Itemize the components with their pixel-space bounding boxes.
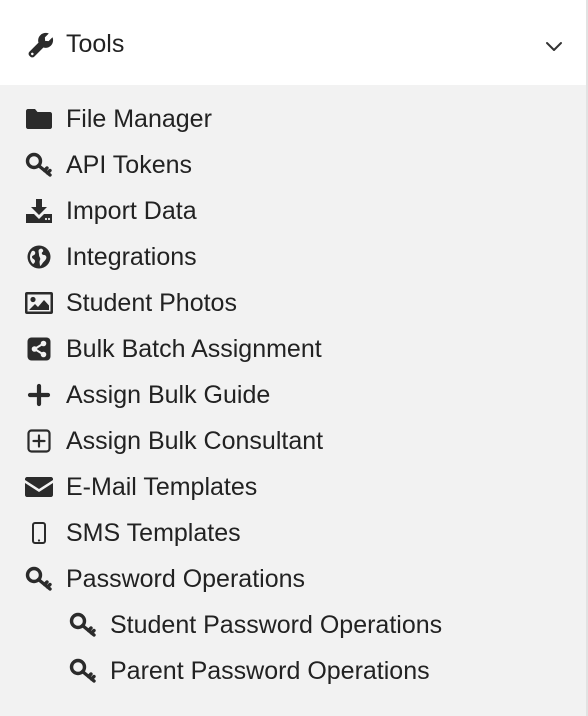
submenu-item-label: Parent Password Operations — [110, 657, 430, 685]
plus-icon — [24, 381, 54, 409]
download-icon — [24, 197, 54, 225]
menu-item-bulk-batch-assignment[interactable]: Bulk Batch Assignment — [0, 326, 586, 372]
menu-item-label: Bulk Batch Assignment — [66, 335, 322, 363]
menu-item-label: API Tokens — [66, 151, 193, 179]
menu-item-label: Student Photos — [66, 289, 237, 317]
menu-item-label: E-Mail Templates — [66, 473, 258, 501]
menu-item-label: Assign Bulk Consultant — [66, 427, 324, 455]
menu-item-assign-bulk-consultant[interactable]: Assign Bulk Consultant — [0, 418, 586, 464]
globe-icon — [24, 243, 54, 271]
key-icon — [24, 151, 54, 179]
key-icon — [68, 657, 98, 685]
submenu-item-student-password-operations[interactable]: Student Password Operations — [0, 602, 586, 648]
menu-item-import-data[interactable]: Import Data — [0, 188, 586, 234]
tools-menu: File Manager API Tokens Import Data Inte… — [0, 96, 586, 694]
key-icon — [68, 611, 98, 639]
menu-item-label: SMS Templates — [66, 519, 241, 547]
chevron-down-icon[interactable] — [543, 36, 565, 58]
menu-item-label: Assign Bulk Guide — [66, 381, 271, 409]
key-icon — [24, 565, 54, 593]
menu-item-password-operations[interactable]: Password Operations — [0, 556, 586, 602]
menu-item-api-tokens[interactable]: API Tokens — [0, 142, 586, 188]
menu-item-label: Password Operations — [66, 565, 306, 593]
tools-title: Tools — [66, 30, 125, 58]
menu-item-file-manager[interactable]: File Manager — [0, 96, 586, 142]
menu-item-label: Import Data — [66, 197, 197, 225]
menu-item-student-photos[interactable]: Student Photos — [0, 280, 586, 326]
tools-panel: Tools File Manager API Tokens Import Dat… — [0, 0, 588, 716]
tools-section-header[interactable]: Tools — [0, 0, 586, 85]
wrench-icon — [27, 31, 55, 59]
menu-item-label: File Manager — [66, 105, 212, 133]
share-square-icon — [24, 335, 54, 363]
mobile-icon — [24, 519, 54, 547]
envelope-icon — [24, 473, 54, 501]
menu-item-assign-bulk-guide[interactable]: Assign Bulk Guide — [0, 372, 586, 418]
menu-item-email-templates[interactable]: E-Mail Templates — [0, 464, 586, 510]
plus-square-icon — [24, 427, 54, 455]
menu-item-integrations[interactable]: Integrations — [0, 234, 586, 280]
image-icon — [24, 289, 54, 317]
submenu-item-parent-password-operations[interactable]: Parent Password Operations — [0, 648, 586, 694]
submenu-item-label: Student Password Operations — [110, 611, 443, 639]
menu-item-label: Integrations — [66, 243, 197, 271]
folder-icon — [24, 105, 54, 133]
menu-item-sms-templates[interactable]: SMS Templates — [0, 510, 586, 556]
